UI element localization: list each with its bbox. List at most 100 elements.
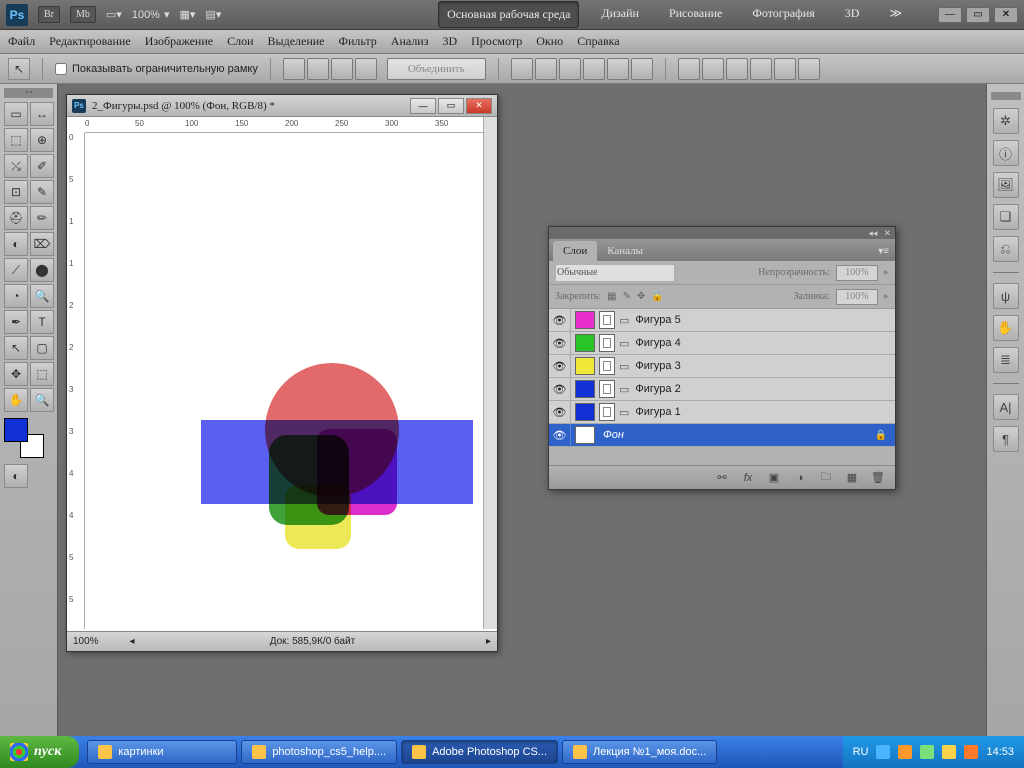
doc-minimize-button[interactable]: — (410, 98, 436, 114)
layer-row[interactable]: 👁▭Фигура 5 (549, 309, 895, 332)
doc-close-button[interactable]: ✕ (466, 98, 492, 114)
tool-0[interactable]: ▭ (4, 102, 28, 126)
tool-19[interactable]: ▢ (30, 336, 54, 360)
align-btn-1[interactable] (283, 58, 305, 80)
vector-mask-icon[interactable] (599, 357, 615, 375)
bridge-btn[interactable]: Br (38, 6, 60, 23)
minimize-button[interactable]: — (938, 7, 962, 23)
tray-icon-3[interactable] (920, 745, 934, 759)
menu-select[interactable]: Выделение (268, 34, 325, 49)
tool-14[interactable]: ◔ (4, 284, 28, 308)
visibility-icon[interactable]: 👁 (549, 355, 571, 378)
tool-13[interactable]: ⬤ (30, 258, 54, 282)
tool-10[interactable]: ◐ (4, 232, 28, 256)
canvas[interactable] (85, 133, 483, 629)
ws-tab-photo[interactable]: Фотография (744, 1, 822, 28)
tool-3[interactable]: ⊕ (30, 128, 54, 152)
visibility-icon[interactable]: 👁 (549, 309, 571, 332)
taskbar-task[interactable]: Adobe Photoshop CS... (401, 740, 558, 764)
horizontal-ruler[interactable]: 050100150200250300350 (85, 117, 483, 133)
tool-22[interactable]: ✋ (4, 388, 28, 412)
dist-right-icon[interactable] (798, 58, 820, 80)
tool-21[interactable]: ⬚ (30, 362, 54, 386)
dock-icon-10[interactable]: A| (993, 394, 1019, 420)
fg-color-swatch[interactable] (4, 418, 28, 442)
vector-mask-icon[interactable] (599, 334, 615, 352)
dist-bottom-icon[interactable] (726, 58, 748, 80)
tool-23[interactable]: 🔍 (30, 388, 54, 412)
align-btn-4[interactable] (355, 58, 377, 80)
layer-fx-icon[interactable]: fx (739, 469, 757, 487)
align-hcenter-icon[interactable] (607, 58, 629, 80)
doc-nav-icon[interactable]: ◂ (125, 636, 139, 647)
panel-close-icon[interactable]: ✕ (883, 228, 891, 239)
doc-titlebar[interactable]: Ps 2_Фигуры.psd @ 100% (Фон, RGB/8) * — … (67, 95, 497, 117)
dock-grip-icon[interactable] (991, 92, 1021, 100)
lock-pixels-icon[interactable]: ✎ (623, 291, 631, 302)
start-button[interactable]: пуск (0, 736, 79, 768)
fill-field[interactable]: 100% (836, 289, 878, 305)
menu-image[interactable]: Изображение (145, 34, 213, 49)
toolbox-grip-icon[interactable] (4, 88, 53, 98)
color-swatches[interactable] (4, 418, 44, 458)
visibility-icon[interactable]: 👁 (549, 332, 571, 355)
layer-thumb[interactable] (575, 403, 595, 421)
dock-icon-6[interactable]: ψ (993, 283, 1019, 309)
tool-15[interactable]: 🔍 (30, 284, 54, 308)
ws-tab-main[interactable]: Основная рабочая среда (438, 1, 579, 28)
zoom-dropdown[interactable]: 100% ▾ (132, 8, 170, 21)
doc-info-arrow-icon[interactable]: ▸ (486, 636, 491, 647)
dock-icon-7[interactable]: ✋ (993, 315, 1019, 341)
panel-collapse-icon[interactable]: ◂◂ (868, 228, 877, 239)
close-button[interactable]: ✕ (994, 7, 1018, 23)
dock-icon-4[interactable]: ⎌ (993, 236, 1019, 262)
tray-icon-5[interactable] (964, 745, 978, 759)
vertical-ruler[interactable]: 051122334455 (67, 133, 85, 629)
quickmask-icon[interactable]: ◐ (4, 464, 28, 488)
align-top-icon[interactable] (511, 58, 533, 80)
blend-mode-select[interactable] (555, 264, 675, 282)
layer-thumb[interactable] (575, 357, 595, 375)
menu-help[interactable]: Справка (577, 34, 619, 49)
layer-thumb[interactable] (575, 334, 595, 352)
minibridge-btn[interactable]: Mb (70, 6, 96, 23)
taskbar-task[interactable]: photoshop_cs5_help.... (241, 740, 397, 764)
layer-row[interactable]: 👁▭Фигура 4 (549, 332, 895, 355)
tool-1[interactable]: ↔ (30, 102, 54, 126)
dist-top-icon[interactable] (678, 58, 700, 80)
tool-4[interactable]: ⤯ (4, 154, 28, 178)
lock-transparency-icon[interactable]: ▦ (607, 291, 616, 302)
lock-position-icon[interactable]: ✥ (637, 291, 645, 302)
tool-17[interactable]: T (30, 310, 54, 334)
tool-5[interactable]: ✐ (30, 154, 54, 178)
dock-icon-3[interactable]: ❏ (993, 204, 1019, 230)
dock-icon-1[interactable]: ⓘ (993, 140, 1019, 166)
align-bottom-icon[interactable] (559, 58, 581, 80)
tray-icon-2[interactable] (898, 745, 912, 759)
layer-thumb[interactable] (575, 380, 595, 398)
doc-info[interactable]: Док: 585,9К/0 байт (139, 636, 486, 647)
lang-indicator[interactable]: RU (853, 746, 869, 758)
menu-file[interactable]: Файл (8, 34, 35, 49)
menu-3d[interactable]: 3D (442, 34, 457, 49)
align-right-icon[interactable] (631, 58, 653, 80)
menu-edit[interactable]: Редактирование (49, 34, 130, 49)
dist-vcenter-icon[interactable] (702, 58, 724, 80)
panel-header[interactable]: ◂◂ ✕ (549, 227, 895, 239)
align-vcenter-icon[interactable] (535, 58, 557, 80)
tool-11[interactable]: ⌦ (30, 232, 54, 256)
dist-hcenter-icon[interactable] (774, 58, 796, 80)
tab-layers[interactable]: Слои (553, 241, 597, 261)
menu-view[interactable]: Просмотр (471, 34, 522, 49)
clock[interactable]: 14:53 (986, 746, 1014, 758)
ws-tab-design[interactable]: Дизайн (593, 1, 647, 28)
menu-layers[interactable]: Слои (227, 34, 253, 49)
layer-row[interactable]: 👁▭Фигура 2 (549, 378, 895, 401)
link-layers-icon[interactable]: ⚯ (713, 469, 731, 487)
doc-vscrollbar[interactable] (483, 117, 497, 629)
new-layer-icon[interactable]: ▦ (843, 469, 861, 487)
dock-icon-2[interactable]: 🖼 (993, 172, 1019, 198)
ws-expand-icon[interactable]: ≫ (881, 1, 910, 28)
tray-icon-4[interactable] (942, 745, 956, 759)
taskbar-task[interactable]: картинки (87, 740, 237, 764)
